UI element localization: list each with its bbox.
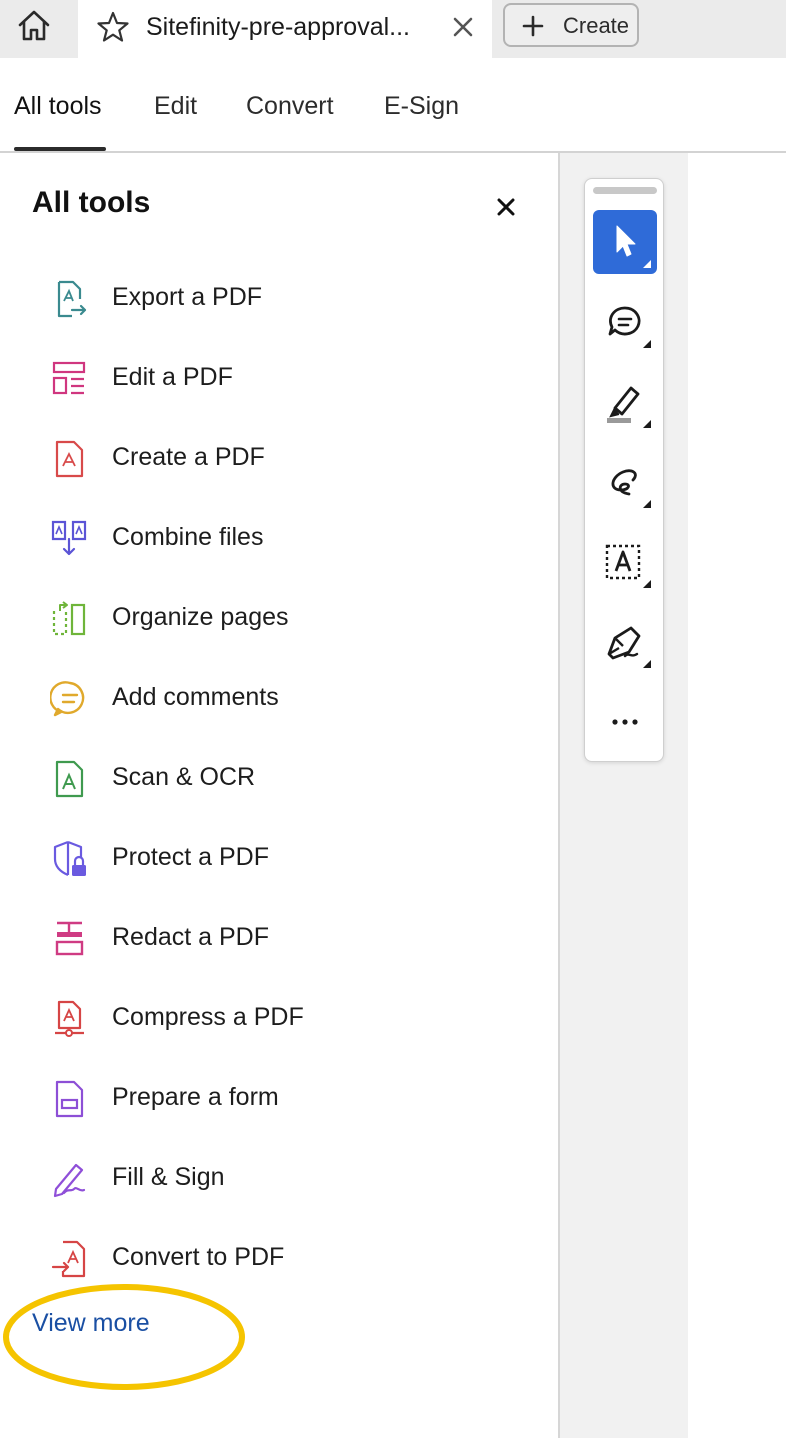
combine-files-icon [51,520,87,556]
tool-category-nav: All tools Edit Convert E-Sign [0,58,786,153]
create-button[interactable]: Create [503,3,639,47]
more-tools-button[interactable] [593,690,657,754]
highlight-circle-annotation [3,1284,245,1390]
redact-pdf-icon [55,921,84,956]
tool-export-pdf[interactable]: Export a PDF [40,271,520,327]
tool-label: Redact a PDF [112,923,270,951]
draw-tool-button[interactable] [593,450,657,514]
tool-convert-to-pdf[interactable]: Convert to PDF [40,1231,520,1287]
tool-organize-pages[interactable]: Organize pages [40,591,520,647]
quick-tools-toolbar [584,178,664,762]
document-page-edge [688,153,786,1438]
tab-convert[interactable]: Convert [246,92,334,121]
panel-title: All tools [32,186,151,219]
comment-tool-button[interactable] [593,290,657,354]
select-tool-button[interactable] [593,210,657,274]
tool-add-comments[interactable]: Add comments [40,671,520,727]
tab-e-sign[interactable]: E-Sign [384,92,459,121]
compress-pdf-icon [55,1000,84,1037]
app-tab-bar: Sitefinity-pre-approval... Create [0,0,786,58]
comment-icon [608,306,651,348]
active-tab-indicator [14,147,106,151]
tool-label: Protect a PDF [112,843,269,871]
tab-edit[interactable]: Edit [154,92,197,121]
all-tools-panel: All tools Export a PDF Edit a PDF Create… [0,153,558,1438]
tool-label: Scan & OCR [112,763,256,791]
tool-protect-pdf[interactable]: Protect a PDF [40,831,520,887]
home-button[interactable] [0,0,68,52]
tool-label: Combine files [112,523,264,551]
tool-scan-ocr[interactable]: Scan & OCR [40,751,520,807]
highlighter-icon [607,386,651,428]
tool-redact-pdf[interactable]: Redact a PDF [40,911,520,967]
document-tab[interactable]: Sitefinity-pre-approval... [78,0,492,58]
tool-compress-pdf[interactable]: Compress a PDF [40,991,520,1047]
protect-pdf-icon [53,840,86,877]
tool-label: Compress a PDF [112,1003,304,1031]
organize-pages-icon [52,601,86,636]
tool-fill-sign[interactable]: Fill & Sign [40,1151,520,1207]
convert-to-pdf-icon [51,1240,86,1278]
scan-ocr-icon [55,760,84,798]
tool-label: Organize pages [112,603,289,631]
home-icon [18,10,50,41]
tool-label: Fill & Sign [112,1163,225,1191]
close-icon[interactable] [492,193,520,221]
tab-all-tools[interactable]: All tools [14,92,102,121]
close-icon[interactable] [450,14,476,40]
tool-prepare-form[interactable]: Prepare a form [40,1071,520,1127]
tool-label: Add comments [112,683,279,711]
text-box-tool-button[interactable] [593,530,657,594]
tool-label: Convert to PDF [112,1243,285,1271]
toolbar-drag-handle[interactable] [593,187,657,194]
create-button-label: Create [563,13,630,38]
select-cursor-icon [616,225,651,268]
draw-freehand-icon [611,469,651,508]
text-box-icon [605,544,651,588]
plus-icon [522,15,544,37]
edit-pdf-icon [52,361,86,395]
document-tab-title: Sitefinity-pre-approval... [146,13,411,41]
prepare-form-icon [55,1080,84,1118]
more-icon [612,719,638,725]
tool-label: Export a PDF [112,283,263,311]
tool-label: Edit a PDF [112,363,233,391]
tool-label: Create a PDF [112,443,265,471]
star-icon[interactable] [96,10,130,44]
sign-pen-icon [607,626,651,668]
tool-create-pdf[interactable]: Create a PDF [40,431,520,487]
comment-icon [50,681,85,717]
fill-sign-icon [53,1163,86,1198]
sign-tool-button[interactable] [593,610,657,674]
export-pdf-icon [57,280,87,318]
highlight-tool-button[interactable] [593,370,657,434]
create-pdf-icon [55,440,84,478]
tool-label: Prepare a form [112,1083,279,1111]
tool-edit-pdf[interactable]: Edit a PDF [40,351,520,407]
tool-combine-files[interactable]: Combine files [40,511,520,567]
